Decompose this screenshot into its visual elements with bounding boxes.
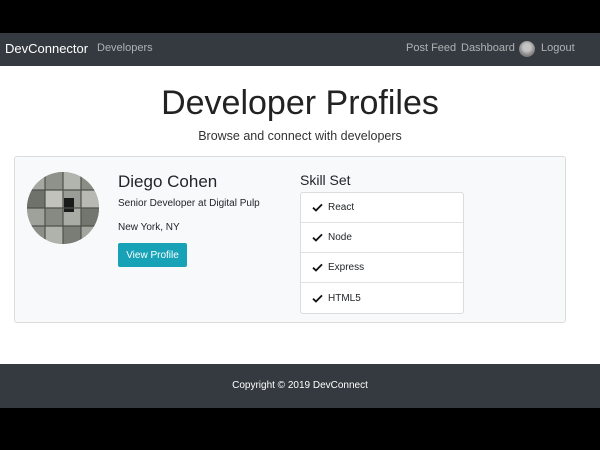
check-icon [312, 203, 323, 212]
user-avatar[interactable] [519, 41, 535, 57]
skill-item: React [301, 193, 463, 223]
skill-label: Express [328, 262, 365, 273]
profile-role: Senior Developer at Digital Pulp [118, 198, 260, 209]
navbar: DevConnector Developers Post Feed Dashbo… [0, 33, 600, 66]
nav-logout-link[interactable]: Logout [541, 42, 575, 54]
profile-card: Diego Cohen Senior Developer at Digital … [14, 156, 566, 323]
skill-label: HTML5 [328, 292, 361, 304]
main-content: Developer Profiles Browse and connect wi… [0, 66, 600, 364]
page-title: Developer Profiles [161, 84, 439, 122]
nav-developers-link[interactable]: Developers [97, 42, 153, 54]
skill-label: Node [328, 232, 352, 243]
skill-list: React Node Express HTML5 [300, 192, 464, 314]
footer: Copyright © 2019 DevConnect [0, 364, 600, 408]
brand-link[interactable]: DevConnector [5, 41, 88, 56]
profile-location: New York, NY [118, 222, 180, 233]
check-icon [312, 263, 323, 272]
top-letterbox [0, 0, 600, 33]
nav-dashboard-link[interactable]: Dashboard [461, 42, 515, 54]
skill-item: HTML5 [301, 283, 463, 313]
copyright-text: Copyright © 2019 DevConnect [232, 380, 368, 391]
bottom-letterbox [0, 408, 600, 450]
skill-label: React [328, 202, 355, 213]
skill-set-title: Skill Set [300, 172, 351, 188]
skill-item: Node [301, 223, 463, 253]
page-subtitle: Browse and connect with developers [198, 129, 402, 143]
view-profile-button[interactable]: View Profile [118, 243, 187, 267]
check-icon [312, 294, 323, 303]
check-icon [312, 233, 323, 242]
profile-name: Diego Cohen [118, 172, 218, 191]
profile-avatar [27, 172, 99, 244]
nav-post-feed-link[interactable]: Post Feed [406, 42, 456, 54]
skill-item: Express [301, 253, 463, 283]
